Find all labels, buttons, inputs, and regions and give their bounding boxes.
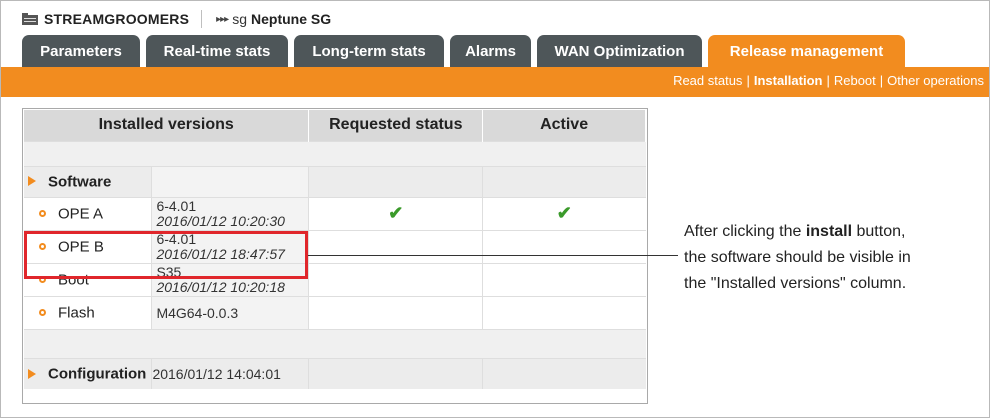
item-timestamp: 2016/01/12 10:20:18 <box>156 278 285 295</box>
highlight-box <box>24 231 308 279</box>
tab-alarms[interactable]: Alarms <box>450 35 531 67</box>
tab-wan-optimization[interactable]: WAN Optimization <box>537 35 702 67</box>
expand-triangle-icon[interactable] <box>28 368 36 379</box>
tab-long-term-stats[interactable]: Long-term stats <box>294 35 444 67</box>
requested-status-cell <box>308 295 484 329</box>
tab-real-time-stats[interactable]: Real-time stats <box>146 35 288 67</box>
submenu: Read status | Installation | Reboot | Other op… <box>673 73 984 88</box>
tab-release-management[interactable]: Release management <box>708 35 905 67</box>
breadcrumb: STREAMGROOMERS ▸▸▸ sg Neptune SG <box>22 8 331 30</box>
submenu-separator: | <box>879 73 884 88</box>
configuration-timestamp: 2016/01/12 14:04:01 <box>152 365 281 382</box>
active-cell <box>482 295 646 329</box>
header-requested-status: Requested status <box>308 110 484 141</box>
submenu-other-operations[interactable]: Other operations <box>887 73 984 88</box>
sg-name[interactable]: Neptune SG <box>251 11 331 27</box>
callout-line <box>308 255 678 256</box>
item-timestamp: 2016/01/12 10:20:30 <box>156 212 285 229</box>
submenu-read-status[interactable]: Read status <box>673 73 742 88</box>
section-toggle[interactable]: Software <box>24 165 153 197</box>
requested-status-cell <box>308 262 484 296</box>
breadcrumb-arrows-icon: ▸▸▸ <box>216 13 229 25</box>
submenu-reboot[interactable]: Reboot <box>834 73 876 88</box>
section-toggle[interactable]: Configuration <box>24 357 153 389</box>
header-installed-versions: Installed versions <box>24 110 310 141</box>
bullet-icon <box>39 209 46 217</box>
active-cell <box>482 262 646 296</box>
annotation-text: After clicking the <box>684 223 806 240</box>
submenu-separator: | <box>746 73 750 88</box>
annotation-line-1: After clicking the install button, <box>684 219 984 245</box>
expand-triangle-icon[interactable] <box>28 176 36 187</box>
item-version: M4G64-0.0.3 <box>156 304 239 321</box>
section-label: Configuration <box>48 365 147 383</box>
section-label: Software <box>48 172 112 190</box>
active-cell <box>482 229 646 263</box>
requested-status-cell <box>308 229 484 263</box>
annotation-line-3: the "Installed versions" column. <box>684 275 907 292</box>
submenu-separator: | <box>826 73 830 88</box>
active-check-icon: ✔ <box>482 196 646 230</box>
spacer-row <box>24 140 646 166</box>
spacer-row <box>24 328 646 358</box>
annotation-note: After clicking the install button, the s… <box>684 219 984 297</box>
folder-icon <box>22 13 38 25</box>
item-name: OPE A <box>58 204 104 222</box>
tab-bar: Parameters Real-time stats Long-term sta… <box>22 35 911 67</box>
bullet-icon <box>39 308 46 316</box>
section-software[interactable]: Software <box>24 165 646 197</box>
annotation-text: button, <box>852 223 906 240</box>
app-name[interactable]: STREAMGROOMERS <box>44 11 189 27</box>
item-name: Flash <box>58 303 95 321</box>
table-row[interactable]: Flash M4G64-0.0.3 <box>24 295 646 329</box>
requested-check-icon: ✔ <box>308 196 484 230</box>
sg-prefix: sg <box>232 11 247 27</box>
breadcrumb-divider <box>201 10 203 28</box>
item-version: 6-4.01 <box>156 197 197 214</box>
table-row[interactable]: OPE A 6-4.01 2016/01/12 10:20:30 ✔ ✔ <box>24 196 646 230</box>
header-active: Active <box>482 110 646 141</box>
tab-parameters[interactable]: Parameters <box>22 35 140 67</box>
submenu-bar: Read status | Installation | Reboot | Other op… <box>1 67 989 97</box>
submenu-installation[interactable]: Installation <box>754 73 823 88</box>
annotation-line-2: the software should be visible in <box>684 249 911 266</box>
annotation-bold-text: install <box>805 223 853 240</box>
section-configuration[interactable]: Configuration 2016/01/12 14:04:01 <box>24 357 646 389</box>
